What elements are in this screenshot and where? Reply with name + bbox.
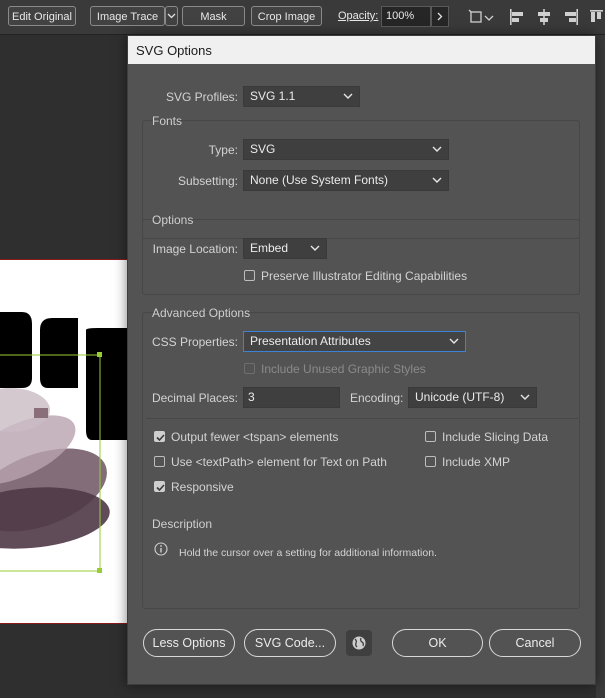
css-properties-label: CSS Properties: xyxy=(151,335,238,349)
css-properties-select[interactable]: Presentation Attributes xyxy=(243,331,466,352)
advanced-options-title: Advanced Options xyxy=(152,306,251,320)
web-preview-button[interactable] xyxy=(346,630,372,656)
artboard xyxy=(0,259,130,624)
image-trace-dropdown[interactable] xyxy=(165,6,178,26)
dialog-title: SVG Options xyxy=(136,43,212,58)
include-slicing-data-label: Include Slicing Data xyxy=(442,430,549,444)
css-properties-value: Presentation Attributes xyxy=(250,334,371,348)
options-section-title: Options xyxy=(152,213,194,227)
chevron-down-icon xyxy=(432,146,442,152)
right-panel-edge xyxy=(596,35,605,698)
description-title: Description xyxy=(152,517,213,531)
align-right-icon[interactable] xyxy=(562,8,580,26)
chevron-down-icon xyxy=(310,245,320,251)
include-unused-styles-checkbox[interactable] xyxy=(244,363,255,374)
svg-code-button[interactable]: SVG Code... xyxy=(244,629,336,657)
encoding-value: Unicode (UTF-8) xyxy=(415,390,505,404)
include-slicing-data-checkbox[interactable] xyxy=(425,431,436,442)
globe-icon xyxy=(352,636,366,650)
svg-profiles-select[interactable]: SVG 1.1 xyxy=(243,86,360,107)
decimal-places-input[interactable]: 3 xyxy=(243,387,340,408)
encoding-label: Encoding: xyxy=(350,391,404,405)
font-type-value: SVG xyxy=(250,142,276,156)
cancel-button[interactable]: Cancel xyxy=(489,629,581,657)
decimal-places-label: Decimal Places: xyxy=(151,391,238,405)
opacity-label: Opacity: xyxy=(338,10,379,22)
chevron-down-icon xyxy=(167,13,176,19)
edit-original-button[interactable]: Edit Original xyxy=(8,6,76,26)
checkmark-icon xyxy=(156,484,165,492)
align-center-icon[interactable] xyxy=(535,8,553,26)
checkmark-icon xyxy=(156,434,165,442)
responsive-checkbox[interactable] xyxy=(154,481,165,492)
mask-button[interactable]: Mask xyxy=(182,6,245,26)
subsetting-value: None (Use System Fonts) xyxy=(250,173,389,187)
image-location-label: Image Location: xyxy=(152,242,238,256)
font-type-select[interactable]: SVG xyxy=(243,139,449,160)
use-textpath-label: Use <textPath> element for Text on Path xyxy=(171,455,387,469)
chevron-down-icon xyxy=(449,338,459,344)
description-text: Hold the cursor over a setting for addit… xyxy=(179,547,437,559)
chevron-right-icon xyxy=(437,12,443,21)
info-icon xyxy=(154,542,168,556)
chevron-down-icon xyxy=(343,93,353,99)
svg-profiles-label: SVG Profiles: xyxy=(165,90,238,104)
advanced-divider xyxy=(146,418,578,419)
dialog-titlebar[interactable]: SVG Options xyxy=(128,36,595,64)
subsetting-label: Subsetting: xyxy=(177,174,238,188)
include-xmp-label: Include XMP xyxy=(442,455,511,469)
artwork-graphic xyxy=(0,312,129,573)
include-xmp-checkbox[interactable] xyxy=(425,456,436,467)
image-location-value: Embed xyxy=(250,241,289,255)
chevron-down-icon xyxy=(520,394,530,400)
font-type-label: Type: xyxy=(208,143,238,157)
preserve-editing-checkbox[interactable] xyxy=(244,270,255,281)
encoding-select[interactable]: Unicode (UTF-8) xyxy=(408,387,537,408)
options-section xyxy=(142,219,580,295)
crop-image-button[interactable]: Crop Image xyxy=(251,6,322,26)
align-top-icon[interactable] xyxy=(589,8,603,26)
chevron-down-icon[interactable] xyxy=(483,8,495,26)
ok-button[interactable]: OK xyxy=(392,629,483,657)
subsetting-select[interactable]: None (Use System Fonts) xyxy=(243,170,449,191)
fonts-section-title: Fonts xyxy=(152,114,183,128)
image-trace-button[interactable]: Image Trace xyxy=(90,6,165,26)
output-fewer-tspan-label: Output fewer <tspan> elements xyxy=(171,430,339,444)
use-textpath-checkbox[interactable] xyxy=(154,456,165,467)
include-unused-styles-label: Include Unused Graphic Styles xyxy=(261,362,426,376)
chevron-down-icon xyxy=(432,177,442,183)
less-options-button[interactable]: Less Options xyxy=(143,629,235,657)
control-bar: Edit Original Image Trace Mask Crop Imag… xyxy=(0,0,605,35)
align-left-icon[interactable] xyxy=(508,8,526,26)
image-location-select[interactable]: Embed xyxy=(243,238,327,259)
preserve-editing-label: Preserve Illustrator Editing Capabilitie… xyxy=(261,269,468,283)
opacity-dropdown[interactable] xyxy=(431,6,449,27)
responsive-label: Responsive xyxy=(171,480,234,494)
opacity-input[interactable]: 100% xyxy=(381,6,431,27)
output-fewer-tspan-checkbox[interactable] xyxy=(154,431,165,442)
svg-options-dialog: SVG Options SVG Profiles: SVG 1.1 Fonts … xyxy=(127,35,596,685)
svg-profiles-value: SVG 1.1 xyxy=(250,89,296,103)
